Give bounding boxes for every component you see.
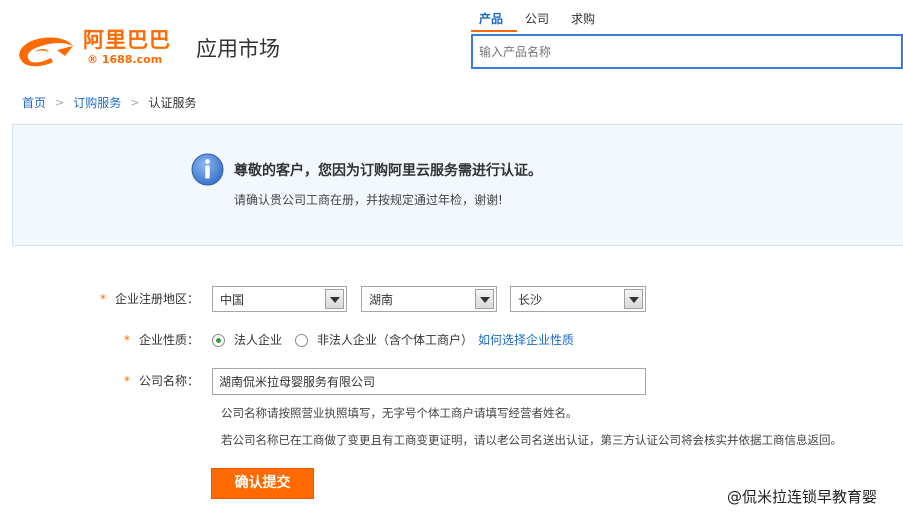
non-legal-entity-label[interactable]: 非法人企业（含个体工商户） [317, 331, 473, 349]
company-hint-2: 若公司名称已在工商做了变更且有工商变更证明，请以老公司名送出认证，第三方认证公司… [221, 433, 842, 447]
province-value: 湖南 [369, 293, 394, 307]
tab-buying-requests[interactable]: 求购 [563, 8, 609, 34]
city-select[interactable]: 长沙 [510, 286, 646, 312]
breadcrumb: 首页 > 订购服务 > 认证服务 [22, 94, 196, 112]
notice-panel: 尊敬的客户，您因为订购阿里云服务需进行认证。 请确认贵公司工商在册，并按规定通过… [12, 124, 903, 246]
nature-help-link[interactable]: 如何选择企业性质 [478, 331, 574, 349]
tab-companies[interactable]: 公司 [517, 8, 563, 34]
alibaba-logo[interactable]: 阿里巴巴 ® 1688.com [13, 26, 173, 72]
company-name-input[interactable] [213, 369, 645, 394]
tab-products[interactable]: 产品 [471, 8, 518, 32]
logo-subtext: ® 1688.com [87, 53, 163, 66]
chevron-right-icon: > [130, 96, 140, 109]
company-hint-1: 公司名称请按照营业执照填写，无字号个体工商户请填写经营者姓名。 [221, 406, 578, 420]
search-tabs: 产品 公司 求购 [471, 8, 609, 34]
nature-label: * 企业性质： [124, 333, 200, 347]
country-select[interactable]: 中国 [212, 286, 347, 312]
search-input[interactable] [473, 36, 901, 67]
required-mark: * [124, 374, 130, 388]
legal-entity-radio[interactable] [212, 334, 225, 347]
search-box [471, 34, 903, 69]
dropdown-arrow-icon [475, 289, 494, 309]
chevron-right-icon: > [55, 96, 65, 109]
breadcrumb-home[interactable]: 首页 [22, 94, 46, 112]
info-icon [191, 153, 224, 186]
city-value: 长沙 [518, 293, 543, 307]
required-mark: * [100, 292, 106, 306]
notice-subtitle: 请确认贵公司工商在册，并按规定通过年检，谢谢! [234, 193, 503, 207]
dropdown-arrow-icon [624, 289, 643, 309]
submit-button[interactable]: 确认提交 [211, 468, 314, 499]
watermark-text: @侃米拉连锁早教育婴 [727, 488, 878, 506]
logo-text: 阿里巴巴 [83, 28, 171, 52]
breadcrumb-current: 认证服务 [148, 96, 197, 110]
country-value: 中国 [220, 293, 245, 307]
app-title: 应用市场 [196, 37, 280, 61]
company-label: * 公司名称： [124, 374, 200, 388]
required-mark: * [124, 333, 130, 347]
region-label: * 企业注册地区： [100, 292, 200, 306]
province-select[interactable]: 湖南 [361, 286, 497, 312]
breadcrumb-order-services[interactable]: 订购服务 [73, 94, 121, 112]
alibaba-smile-logo-icon [19, 37, 73, 67]
notice-title: 尊敬的客户，您因为订购阿里云服务需进行认证。 [234, 163, 542, 179]
legal-entity-label[interactable]: 法人企业 [234, 331, 282, 349]
non-legal-entity-radio[interactable] [295, 334, 308, 347]
company-name-field [212, 368, 646, 395]
dropdown-arrow-icon [325, 289, 344, 309]
